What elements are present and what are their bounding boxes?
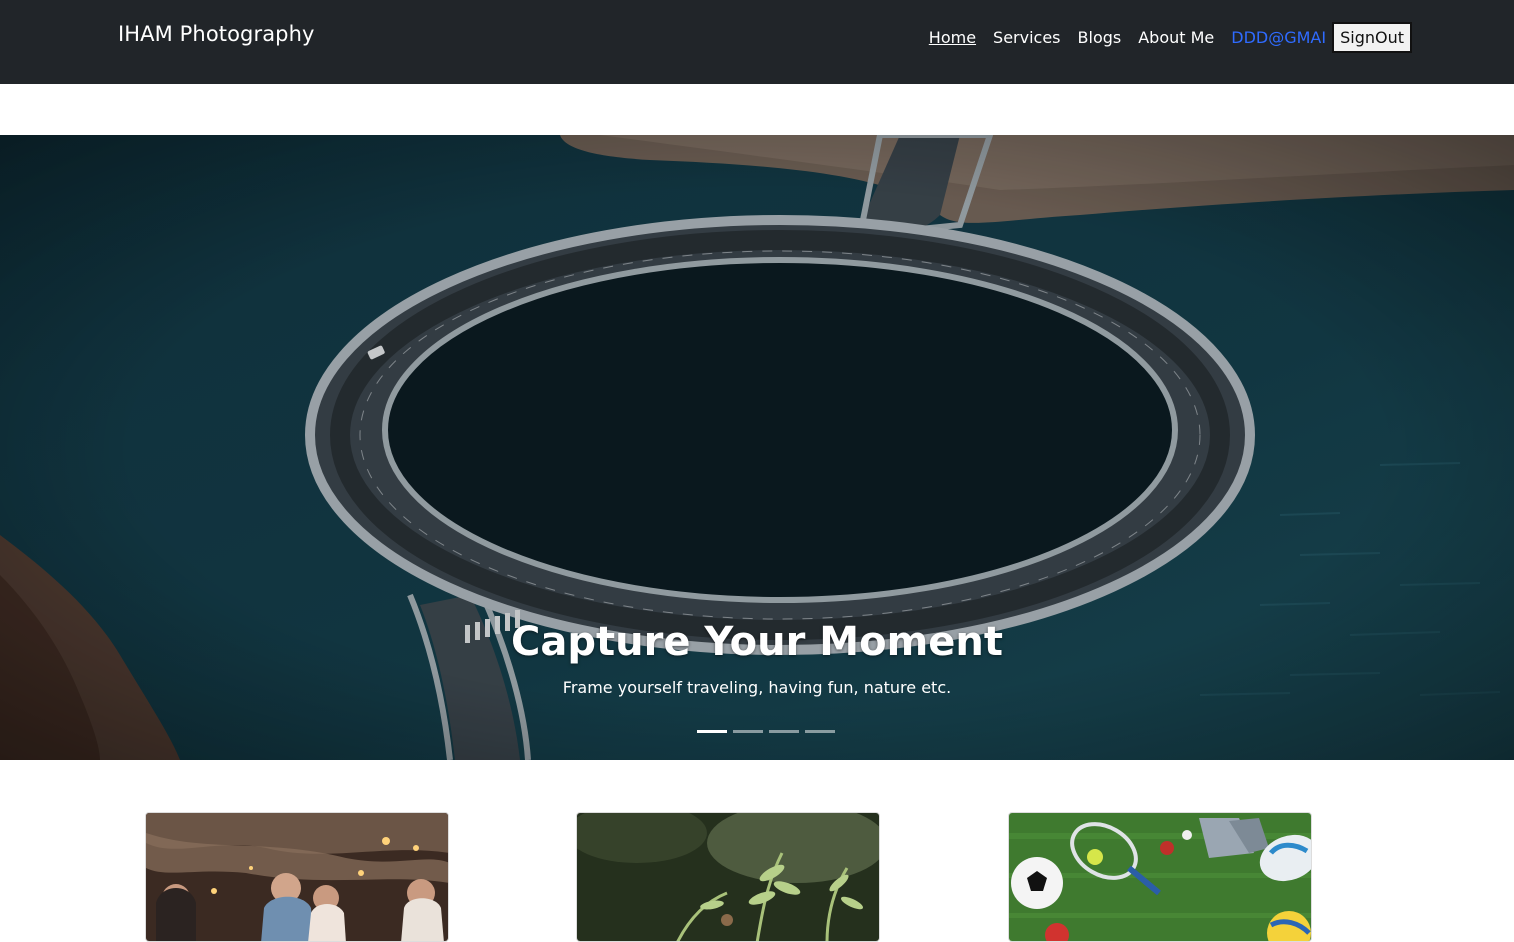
navbar: IHAM Photography Home Services Blogs Abo…	[0, 0, 1514, 84]
carousel-indicators	[697, 730, 835, 733]
nav-link-home[interactable]: Home	[929, 28, 976, 47]
hero-title: Capture Your Moment	[511, 619, 1003, 665]
carousel-indicator-3[interactable]	[769, 730, 799, 733]
hero-subtitle: Frame yourself traveling, having fun, na…	[562, 678, 952, 697]
nav-link-about-me[interactable]: About Me	[1138, 28, 1214, 47]
nav-link-blogs[interactable]: Blogs	[1078, 28, 1122, 47]
hero-carousel[interactable]: Capture Your Moment Frame yourself trave…	[0, 135, 1514, 760]
user-email-link[interactable]: DDD@GMAI	[1231, 28, 1326, 47]
carousel-indicator-1[interactable]	[697, 730, 727, 733]
carousel-indicator-2[interactable]	[733, 730, 763, 733]
signout-button[interactable]: SignOut	[1332, 22, 1412, 53]
carousel-indicator-4[interactable]	[805, 730, 835, 733]
nav-link-services[interactable]: Services	[993, 28, 1060, 47]
nav-menu: Home Services Blogs About Me DDD@GMAI Si…	[912, 22, 1412, 53]
brand-title[interactable]: IHAM Photography	[118, 22, 315, 46]
hero-bridge-image	[0, 135, 1514, 760]
